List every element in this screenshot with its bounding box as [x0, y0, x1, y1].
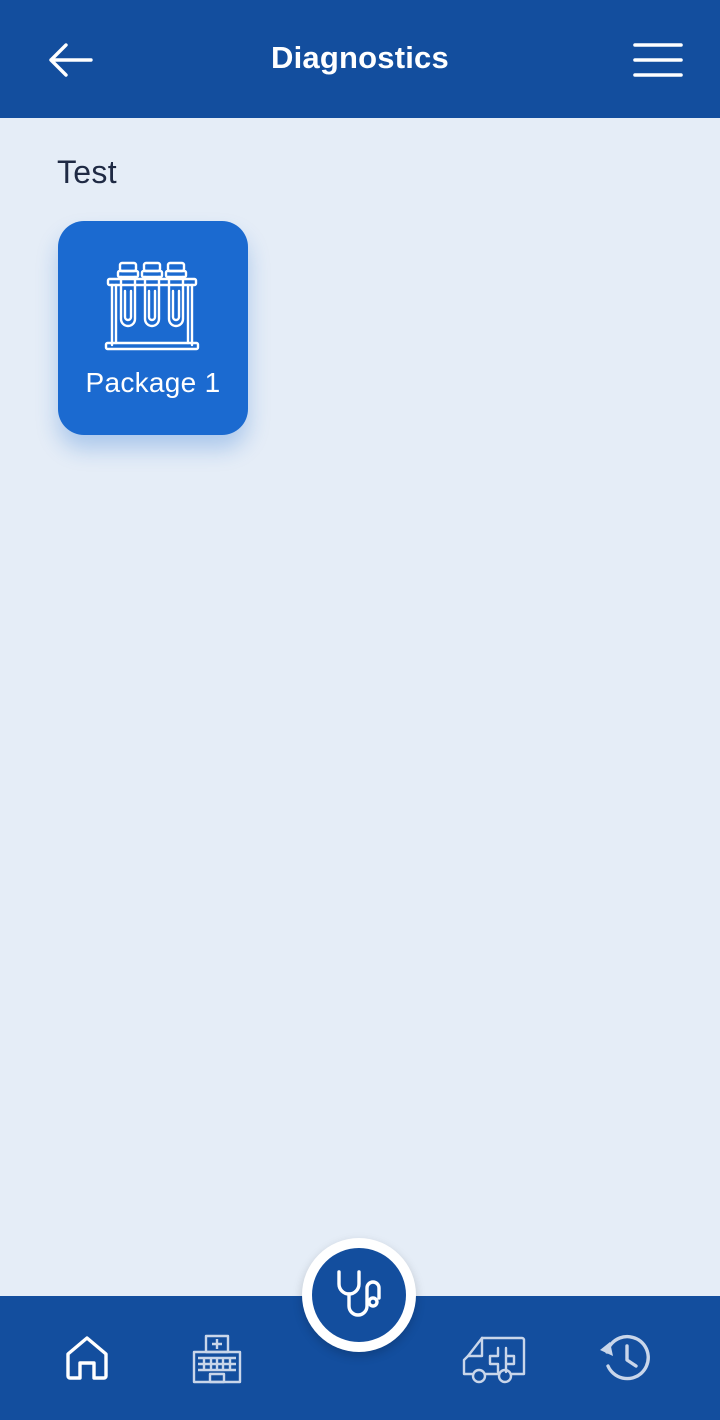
section-title: Test — [57, 154, 117, 190]
hamburger-menu-icon — [633, 43, 683, 77]
ambulance-icon — [462, 1336, 526, 1384]
nav-home[interactable] — [56, 1326, 118, 1388]
center-action-button[interactable] — [312, 1248, 406, 1342]
nav-history[interactable] — [594, 1326, 658, 1390]
page-title: Diagnostics — [271, 40, 449, 75]
menu-button[interactable] — [626, 34, 690, 86]
test-tubes-rack-icon — [104, 261, 200, 351]
hospital-icon — [192, 1334, 242, 1384]
history-icon — [600, 1334, 650, 1381]
app-bar: Diagnostics — [0, 0, 720, 118]
package-card[interactable]: Package 1 — [58, 221, 248, 435]
package-label: Package 1 — [85, 367, 221, 398]
nav-hospital[interactable] — [186, 1328, 248, 1390]
nav-ambulance[interactable] — [458, 1328, 530, 1388]
stethoscope-icon — [337, 1270, 381, 1317]
home-icon — [66, 1336, 108, 1380]
